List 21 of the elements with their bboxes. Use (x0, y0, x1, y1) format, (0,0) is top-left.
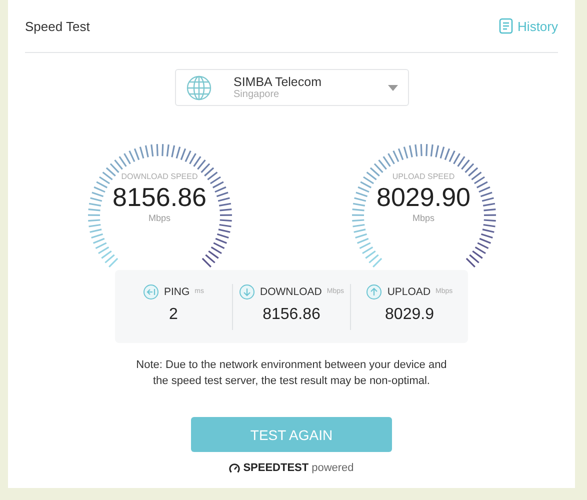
gauge-label: UPLOAD SPEED (392, 172, 455, 181)
server-dropdown[interactable]: SIMBA Telecom Singapore (174, 69, 408, 106)
unit-label: Mbps (412, 213, 434, 223)
server-name: SIMBA Telecom (234, 75, 323, 89)
history-link[interactable]: History (498, 18, 558, 34)
stat-value: 8156.86 (262, 306, 320, 324)
speed-value: 8029.90 (376, 181, 470, 213)
gauge-label: DOWNLOAD SPEED (121, 172, 198, 181)
stat-label: UPLOAD (387, 286, 431, 298)
brand-name: SPEEDTEST (243, 462, 309, 474)
page-title: Speed Test (25, 18, 90, 34)
powered-text: powered (312, 462, 354, 474)
stat-value: 8029.9 (385, 306, 434, 324)
stat-label: DOWNLOAD (260, 286, 322, 298)
note-text: Note: Due to the network environment between your device and the speed test server, the test result may be non-optimal. (135, 358, 448, 389)
unit-label: Mbps (148, 213, 170, 223)
speed-value: 8156.86 (112, 181, 206, 213)
stat-value: 2 (169, 306, 178, 324)
stat-label: PING (164, 286, 190, 298)
server-location: Singapore (234, 89, 280, 100)
test-again-button[interactable]: TEST AGAIN (191, 417, 392, 452)
